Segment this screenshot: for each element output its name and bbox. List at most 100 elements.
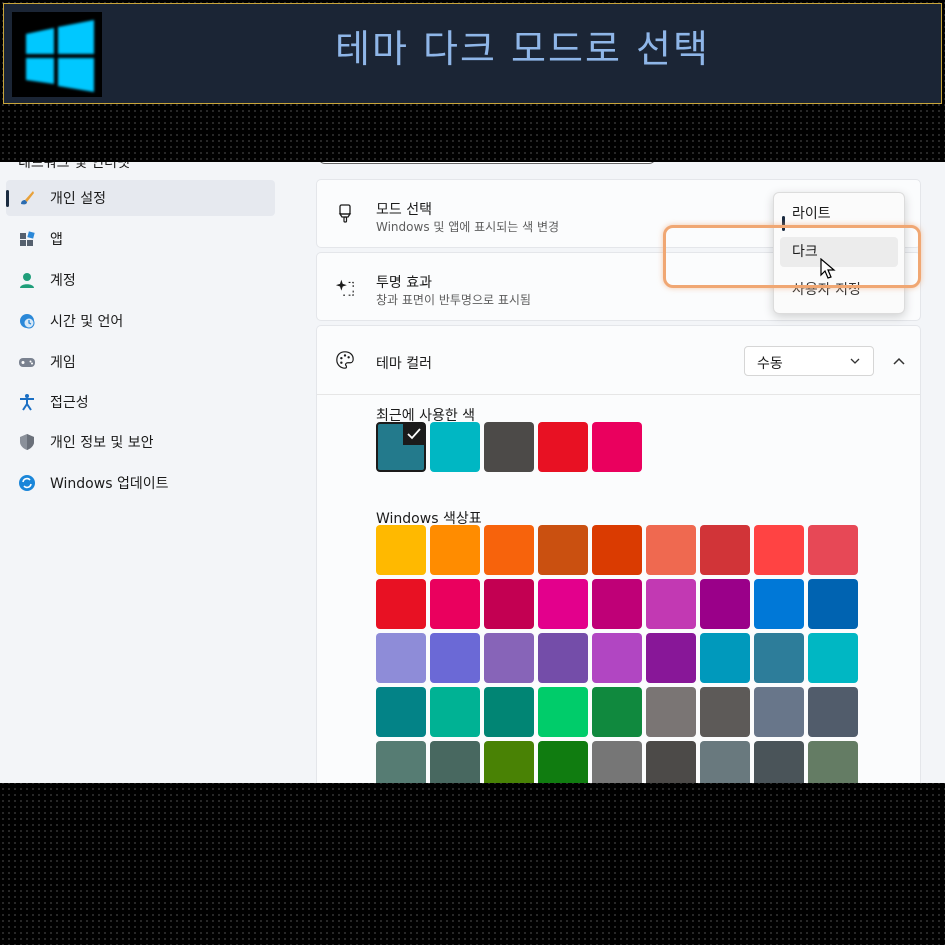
- palette-color-swatch[interactable]: [754, 525, 804, 575]
- clock-globe-icon: [18, 312, 36, 330]
- sidebar-item-gaming[interactable]: 게임: [6, 344, 275, 380]
- palette-color-swatch[interactable]: [700, 687, 750, 737]
- sidebar: 네트워크 및 인터넷 개인 설정 앱 계정 시간 및 언어 게임 접근성 개인 …: [0, 162, 290, 783]
- sidebar-item-label: 시간 및 언어: [50, 314, 124, 330]
- palette-color-swatch[interactable]: [376, 525, 426, 575]
- palette-color-swatch[interactable]: [538, 525, 588, 575]
- palette-color-swatch[interactable]: [484, 687, 534, 737]
- palette-color-swatch[interactable]: [754, 633, 804, 683]
- palette-color-swatch[interactable]: [592, 741, 642, 783]
- paintbrush-outline-icon: [335, 204, 355, 224]
- sidebar-item-label: 계정: [50, 273, 76, 289]
- palette-color-swatch[interactable]: [484, 633, 534, 683]
- apps-icon: [18, 230, 36, 248]
- collapse-button[interactable]: [887, 350, 911, 374]
- palette-color-swatch[interactable]: [808, 525, 858, 575]
- palette-color-swatch[interactable]: [646, 579, 696, 629]
- gamepad-icon: [18, 353, 36, 371]
- palette-color-swatch[interactable]: [538, 633, 588, 683]
- settings-window: 네트워크 및 인터넷 개인 설정 앱 계정 시간 및 언어 게임 접근성 개인 …: [0, 162, 945, 783]
- accessibility-icon: [18, 393, 36, 411]
- palette-color-swatch[interactable]: [430, 525, 480, 575]
- palette-color-swatch[interactable]: [754, 579, 804, 629]
- palette-color-swatch[interactable]: [700, 741, 750, 783]
- palette-color-swatch[interactable]: [376, 741, 426, 783]
- palette-color-swatch[interactable]: [700, 525, 750, 575]
- sidebar-item-label: 접근성: [50, 395, 89, 411]
- palette-color-swatch[interactable]: [646, 633, 696, 683]
- chevron-down-icon: [849, 355, 861, 371]
- check-icon: [403, 423, 425, 445]
- mode-title: 모드 선택: [376, 202, 432, 218]
- sidebar-item-label: Windows 업데이트: [50, 476, 169, 492]
- highlight-box: [663, 225, 921, 288]
- palette-color-swatch[interactable]: [700, 579, 750, 629]
- banner-title: 테마 다크 모드로 선택: [335, 27, 710, 71]
- theme-color-select-value: 수동: [757, 356, 783, 372]
- palette-color-swatch[interactable]: [430, 687, 480, 737]
- palette-color-swatch[interactable]: [484, 741, 534, 783]
- sidebar-item-label: 개인 정보 및 보안: [50, 435, 154, 451]
- palette-color-swatch[interactable]: [538, 741, 588, 783]
- theme-color-select[interactable]: 수동: [744, 346, 874, 376]
- palette-color-swatch[interactable]: [808, 633, 858, 683]
- sidebar-item-windows-update[interactable]: Windows 업데이트: [6, 465, 275, 501]
- palette-color-swatch[interactable]: [376, 687, 426, 737]
- divider: [317, 394, 920, 395]
- chevron-up-icon: [893, 357, 905, 365]
- sidebar-item-network[interactable]: 네트워크 및 인터넷: [18, 162, 130, 172]
- search-input[interactable]: [318, 162, 656, 164]
- palette-icon: [335, 350, 355, 370]
- palette-color-swatch[interactable]: [646, 741, 696, 783]
- mode-option-label: 라이트: [792, 206, 831, 222]
- palette-color-swatch[interactable]: [538, 687, 588, 737]
- selection-indicator: [6, 190, 9, 207]
- mode-subtitle: Windows 및 앱에 표시되는 색 변경: [376, 220, 560, 234]
- palette-color-swatch[interactable]: [376, 579, 426, 629]
- palette-color-swatch[interactable]: [538, 579, 588, 629]
- sidebar-item-personalization[interactable]: 개인 설정: [6, 180, 275, 216]
- title-banner: 테마 다크 모드로 선택: [3, 3, 942, 104]
- palette-color-swatch[interactable]: [646, 525, 696, 575]
- palette-color-swatch[interactable]: [430, 633, 480, 683]
- palette-color-swatch[interactable]: [376, 633, 426, 683]
- palette-color-swatch[interactable]: [592, 525, 642, 575]
- recent-color-swatch[interactable]: [376, 422, 426, 472]
- sidebar-item-accessibility[interactable]: 접근성: [6, 384, 275, 420]
- sidebar-item-accounts[interactable]: 계정: [6, 262, 275, 298]
- sidebar-item-time-language[interactable]: 시간 및 언어: [6, 303, 275, 339]
- palette-color-swatch[interactable]: [700, 633, 750, 683]
- sparkle-icon: [335, 277, 355, 297]
- palette-color-swatch[interactable]: [592, 579, 642, 629]
- palette-color-swatch[interactable]: [646, 687, 696, 737]
- update-icon: [18, 474, 36, 492]
- transparency-title: 투명 효과: [376, 275, 432, 291]
- sidebar-item-apps[interactable]: 앱: [6, 221, 275, 257]
- palette-color-swatch[interactable]: [754, 741, 804, 783]
- palette-color-swatch[interactable]: [592, 687, 642, 737]
- sidebar-item-label: 게임: [50, 355, 76, 371]
- palette-color-swatch[interactable]: [484, 579, 534, 629]
- palette-color-swatch[interactable]: [754, 687, 804, 737]
- recent-color-swatch[interactable]: [592, 422, 642, 472]
- sidebar-item-label: 개인 설정: [50, 191, 106, 207]
- transparency-subtitle: 창과 표면이 반투명으로 표시됨: [376, 293, 531, 307]
- recent-color-swatch[interactable]: [430, 422, 480, 472]
- palette-color-swatch[interactable]: [430, 579, 480, 629]
- recent-color-swatch[interactable]: [484, 422, 534, 472]
- palette-color-swatch[interactable]: [592, 633, 642, 683]
- palette-color-swatch[interactable]: [430, 741, 480, 783]
- mouse-pointer-icon: [820, 257, 836, 284]
- person-icon: [18, 271, 36, 289]
- paintbrush-icon: [18, 189, 36, 207]
- windows-logo-icon: [12, 12, 102, 97]
- theme-color-title: 테마 컬러: [376, 356, 432, 372]
- palette-color-swatch[interactable]: [484, 525, 534, 575]
- palette-color-swatch[interactable]: [808, 741, 858, 783]
- palette-color-swatch[interactable]: [808, 687, 858, 737]
- palette-color-swatch[interactable]: [808, 579, 858, 629]
- shield-icon: [18, 433, 36, 451]
- recent-color-swatch[interactable]: [538, 422, 588, 472]
- sidebar-item-privacy-security[interactable]: 개인 정보 및 보안: [6, 424, 275, 460]
- theme-color-card: 테마 컬러 수동 최근에 사용한 색 Windows 색상표: [316, 325, 921, 783]
